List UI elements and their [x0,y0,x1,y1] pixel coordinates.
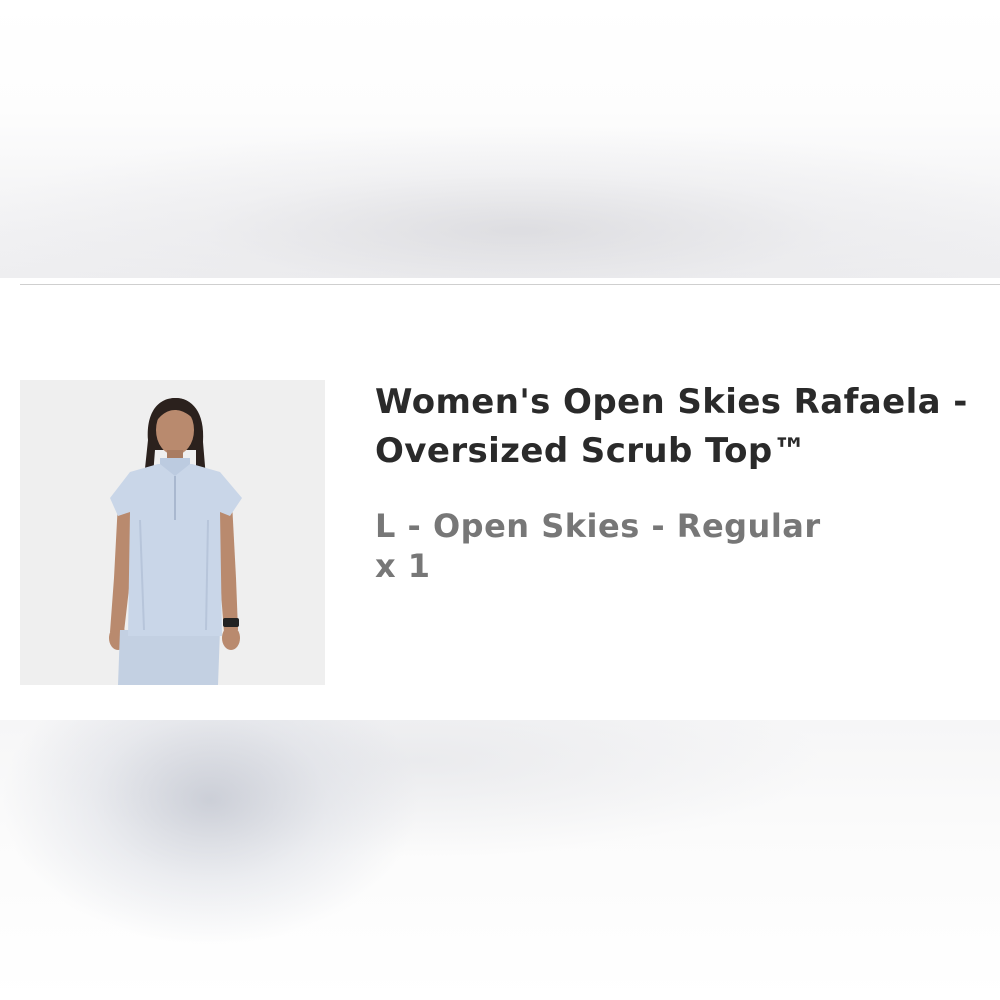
blurred-background-top [0,0,1000,278]
divider [20,284,1000,285]
blurred-background-bottom [0,720,1000,1000]
product-variant: L - Open Skies - Regular [375,507,821,545]
product-title[interactable]: Women's Open Skies Rafaela - Oversized S… [375,378,1000,476]
order-summary-screen: Women's Open Skies Rafaela - Oversized S… [0,0,1000,1000]
product-image[interactable] [20,380,325,685]
product-quantity: x 1 [375,547,431,585]
cart-item-card: Women's Open Skies Rafaela - Oversized S… [0,278,1000,720]
product-photo-illustration [20,380,325,685]
